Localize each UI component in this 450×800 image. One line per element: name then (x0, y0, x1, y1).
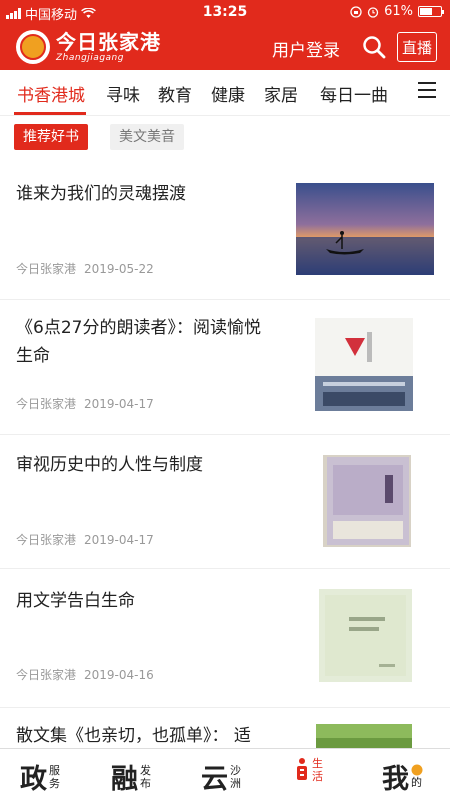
article-title: 审视历史中的人性与制度 (16, 455, 203, 475)
article-meta: 今日张家港 2019-04-16 (16, 666, 154, 683)
nav-shenghuo[interactable]: 生活 (294, 757, 323, 783)
article-source: 今日张家港 (16, 668, 77, 682)
battery-percent: 61% (384, 4, 413, 19)
article-item[interactable]: 散文集《也亲切，也孤单》： 适 (0, 708, 450, 748)
nav-big-char: 融 (111, 764, 138, 795)
app-name: 今日张家港 (56, 29, 161, 54)
nav-small-label: 发布 (140, 763, 151, 790)
category-tabs: 书香港城 寻味 教育 健康 家居 每日一曲 (0, 70, 450, 116)
article-date: 2019-04-17 (84, 397, 154, 411)
nav-small-label: 沙洲 (230, 763, 241, 790)
nav-small-label: 生活 (312, 757, 323, 783)
nav-yunshazhou[interactable]: 云 沙洲 (201, 757, 241, 796)
nav-small-label: 服务 (49, 763, 60, 790)
logo-text: 今日张家港 Zhangjiagang (56, 32, 161, 63)
nav-big-char: 政 (20, 764, 47, 795)
article-meta: 今日张家港 2019-04-17 (16, 531, 154, 548)
article-item[interactable]: 谁来为我们的灵魂摆渡 今日张家港 2019-05-22 (0, 172, 450, 300)
article-title: 用文学告白生命 (16, 591, 135, 611)
search-icon[interactable] (362, 35, 386, 59)
live-button[interactable]: 直播 (397, 32, 437, 62)
alarm-icon (367, 6, 379, 18)
article-thumbnail-image (319, 589, 412, 682)
tab-jiankang[interactable]: 健康 (211, 81, 245, 106)
profile-badge-icon (411, 764, 423, 776)
logo-emblem-icon (16, 30, 50, 64)
bottom-nav: 政 服务 融 发布 云 沙洲 生活 我 的 (0, 748, 450, 800)
article-thumbnail-image (315, 318, 413, 411)
nav-big-char: 云 (201, 764, 228, 795)
tab-meiriyiqu[interactable]: 每日一曲 (320, 81, 388, 106)
app-subtitle: Zhangjiagang (56, 52, 124, 63)
life-icon (297, 758, 307, 780)
subtab-recommended-books[interactable]: 推荐好书 (14, 124, 88, 150)
menu-icon[interactable] (418, 82, 436, 100)
article-meta: 今日张家港 2019-05-22 (16, 260, 154, 277)
article-thumbnail-image (296, 183, 434, 275)
article-source: 今日张家港 (16, 262, 77, 276)
article-title: 散文集《也亲切，也孤单》： 适 (16, 726, 251, 746)
login-button[interactable]: 用户登录 (272, 36, 340, 61)
article-item[interactable]: 用文学告白生命 今日张家港 2019-04-16 (0, 569, 450, 708)
article-thumbnail-image (323, 455, 411, 547)
orientation-lock-icon (350, 5, 362, 18)
app-header: 今日张家港 Zhangjiagang 用户登录 直播 (0, 24, 450, 70)
nav-small-label: 的 (411, 764, 423, 789)
article-source: 今日张家港 (16, 533, 77, 547)
status-right: 61% (350, 4, 444, 19)
tab-xunwei[interactable]: 寻味 (106, 81, 140, 106)
article-source: 今日张家港 (16, 397, 77, 411)
app-logo[interactable]: 今日张家港 Zhangjiagang (16, 30, 161, 64)
article-thumbnail-image (316, 724, 412, 748)
status-bar: 中国移动 13:25 61% (0, 0, 450, 24)
article-date: 2019-05-22 (84, 262, 154, 276)
article-date: 2019-04-16 (84, 668, 154, 682)
active-tab-indicator (14, 112, 86, 115)
article-item[interactable]: 《6点27分的朗读者》：阅读愉悦生命 今日张家港 2019-04-17 (0, 300, 450, 435)
nav-rongfabu[interactable]: 融 发布 (111, 757, 151, 796)
battery-fill (420, 8, 432, 15)
nav-wode[interactable]: 我 的 (382, 757, 423, 796)
battery-icon (418, 6, 444, 17)
article-title: 《6点27分的朗读者》：阅读愉悦生命 (16, 318, 261, 366)
article-meta: 今日张家港 2019-04-17 (16, 395, 154, 412)
article-title: 谁来为我们的灵魂摆渡 (16, 184, 186, 204)
nav-zhengwu[interactable]: 政 服务 (20, 757, 60, 796)
nav-big-char: 我 (382, 764, 409, 795)
subtab-essays-audio[interactable]: 美文美音 (110, 124, 184, 150)
tab-jiaoyu[interactable]: 教育 (158, 81, 192, 106)
article-item[interactable]: 审视历史中的人性与制度 今日张家港 2019-04-17 (0, 435, 450, 569)
tab-shuxiang[interactable]: 书香港城 (17, 81, 85, 106)
article-date: 2019-04-17 (84, 533, 154, 547)
tab-jiaju[interactable]: 家居 (264, 81, 298, 106)
